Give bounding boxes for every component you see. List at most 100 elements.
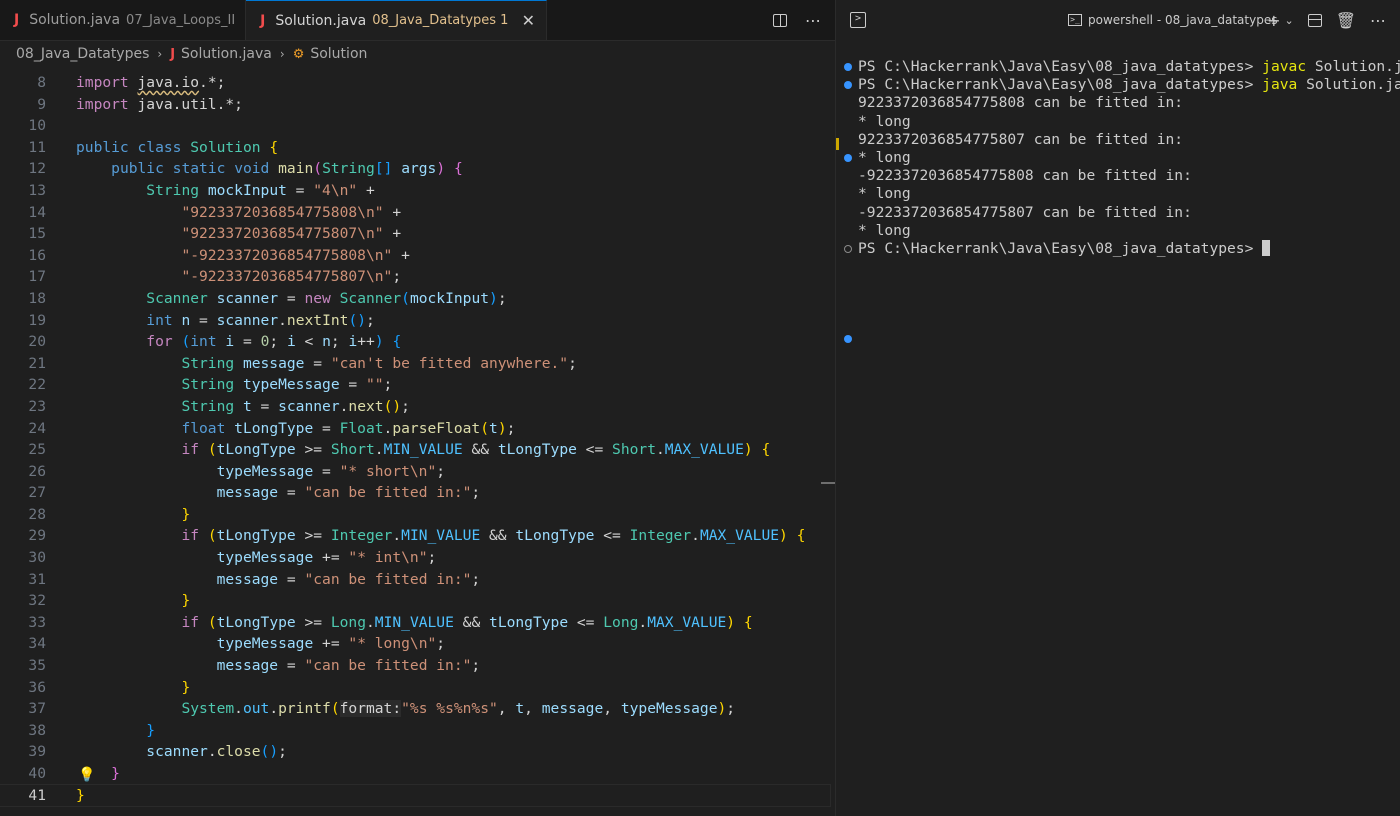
code-line: 10	[0, 115, 830, 137]
command-decoration-icon[interactable]	[844, 81, 852, 90]
code-line: 16 "-9223372036854775808\n" +	[0, 245, 830, 267]
terminal-icon[interactable]: >	[850, 12, 866, 28]
code-line: 8 import java.io.*;	[0, 72, 830, 94]
line-number: 27	[28, 484, 46, 502]
line-number: 40	[28, 765, 46, 782]
close-icon[interactable]: ✕	[520, 11, 536, 30]
add-terminal-icon[interactable]: +	[1267, 11, 1280, 30]
java-file-icon: J	[260, 12, 266, 29]
terminal-output[interactable]: PS C:\Hackerrank\Java\Easy\08_java_datat…	[836, 58, 1400, 258]
terminal-line: PS C:\Hackerrank\Java\Easy\08_java_datat…	[836, 58, 1400, 76]
line-number: 38	[28, 721, 46, 739]
code-line: 29 if (tLongType >= Integer.MIN_VALUE &&…	[0, 525, 830, 547]
code-line: 30 typeMessage += "* int\n";	[0, 547, 830, 569]
code-line: 13 String mockInput = "4\n" +	[0, 180, 830, 202]
line-number: 30	[28, 549, 46, 567]
class-symbol-icon: ⚙	[292, 46, 305, 62]
terminal-line: 9223372036854775807 can be fitted in:	[858, 130, 1184, 148]
breadcrumb-symbol[interactable]: Solution	[310, 46, 367, 62]
breadcrumb: 08_Java_Datatypes › J Solution.java › ⚙ …	[0, 41, 835, 67]
line-number: 41	[28, 786, 46, 804]
terminal-line: * long	[836, 149, 1400, 167]
line-number: 16	[28, 246, 46, 264]
breadcrumb-folder[interactable]: 08_Java_Datatypes	[16, 46, 149, 62]
line-number: 39	[28, 743, 46, 761]
terminal-line: PS C:\Hackerrank\Java\Easy\08_java_datat…	[836, 76, 1400, 94]
code-line: 9 import java.util.*;	[0, 94, 830, 116]
code-line: 40 💡 }	[0, 763, 830, 785]
line-number: 14	[28, 203, 46, 221]
command-decoration-icon[interactable]	[844, 244, 852, 253]
line-number: 15	[28, 225, 46, 243]
line-number: 13	[28, 181, 46, 199]
tab-label: Solution.java	[29, 12, 121, 28]
terminal-actions: + ⌄ 🗑 ⋯	[1267, 0, 1386, 40]
code-line: 21 String message = "can't be fitted any…	[0, 353, 830, 375]
trash-icon[interactable]: 🗑	[1336, 11, 1356, 30]
terminal-line: 9223372036854775808 can be fitted in:	[858, 94, 1184, 112]
editor-tab-bar: J Solution.java 07_Java_Loops_II J Solut…	[0, 0, 835, 41]
command-decoration-icon[interactable]	[844, 153, 852, 162]
more-actions-icon[interactable]: ⋯	[1370, 11, 1386, 30]
line-number: 35	[28, 657, 46, 675]
line-number: 24	[28, 419, 46, 437]
tab-solution-loops[interactable]: J Solution.java 07_Java_Loops_II	[0, 0, 247, 40]
split-terminal-icon[interactable]	[1307, 13, 1322, 27]
java-file-icon: J	[170, 46, 176, 62]
code-line: 24 float tLongType = Float.parseFloat(t)…	[0, 418, 830, 440]
terminal-name: powershell - 08_java_datatypes	[1088, 13, 1278, 27]
code-line: 12 public static void main(String[] args…	[0, 158, 830, 180]
problem-count-badge: 1	[500, 13, 509, 28]
code-line-current: 41}	[0, 783, 831, 808]
terminal-line: -9223372036854775808 can be fitted in:	[858, 167, 1192, 185]
tab-label: Solution.java	[275, 12, 367, 29]
line-number: 37	[28, 700, 46, 718]
line-number: 26	[28, 462, 46, 480]
code-line: 36 }	[0, 677, 830, 699]
code-line: 25 if (tLongType >= Short.MIN_VALUE && t…	[0, 439, 830, 461]
terminal-line: * long	[858, 112, 911, 130]
line-number: 9	[37, 95, 46, 113]
code-line: 35 message = "can be fitted in:";	[0, 655, 830, 677]
chevron-right-icon: ›	[279, 47, 285, 61]
command-decoration-icon[interactable]	[844, 63, 852, 71]
line-number: 10	[28, 117, 46, 135]
line-number: 17	[28, 268, 46, 286]
split-editor-icon[interactable]	[773, 13, 787, 27]
tab-solution-datatypes[interactable]: J Solution.java 08_Java_Datatypes 1 ✕	[246, 0, 548, 40]
command-decoration-icon[interactable]	[844, 335, 852, 343]
scrollbar-marker	[821, 482, 835, 484]
code-line: 27 message = "can be fitted in:";	[0, 482, 830, 504]
line-number: 19	[28, 311, 46, 329]
java-file-icon: J	[14, 12, 20, 28]
line-number: 11	[28, 138, 46, 156]
terminal-prompt-line: PS C:\Hackerrank\Java\Easy\08_java_datat…	[836, 239, 1400, 258]
code-line: 33 if (tLongType >= Long.MIN_VALUE && tL…	[0, 612, 830, 634]
line-number: 33	[28, 613, 46, 631]
powershell-icon: >_	[1068, 14, 1082, 26]
breadcrumb-file[interactable]: Solution.java	[181, 46, 272, 62]
line-number: 18	[28, 289, 46, 307]
code-line: 34 typeMessage += "* long\n";	[0, 633, 830, 655]
code-line: 22 String typeMessage = "";	[0, 374, 830, 396]
code-line: 31 message = "can be fitted in:";	[0, 569, 830, 591]
line-number: 29	[28, 527, 46, 545]
code-line: 37 System.out.printf(format:"%s %s%n%s",…	[0, 698, 830, 720]
line-number: 25	[28, 441, 46, 459]
code-area[interactable]: 8 import java.io.*; 9 import java.util.*; …	[0, 72, 831, 808]
line-number: 8	[37, 74, 46, 91]
line-number: 31	[28, 570, 46, 588]
line-number: 36	[28, 678, 46, 696]
code-line: 14 "9223372036854775808\n" +	[0, 202, 830, 224]
terminal-selector[interactable]: >_ powershell - 08_java_datatypes	[1068, 0, 1277, 40]
line-number: 23	[28, 397, 46, 415]
terminal-pane: > >_ powershell - 08_java_datatypes + ⌄ …	[836, 0, 1400, 816]
line-number: 32	[28, 592, 46, 610]
line-number: 22	[28, 376, 46, 394]
more-actions-icon[interactable]: ⋯	[805, 11, 821, 30]
chevron-right-icon: ›	[157, 47, 163, 61]
terminal-line: -9223372036854775807 can be fitted in:	[858, 203, 1192, 221]
code-line: 15 "9223372036854775807\n" +	[0, 223, 830, 245]
chevron-down-icon[interactable]: ⌄	[1284, 14, 1293, 27]
code-line: 19 int n = scanner.nextInt();	[0, 310, 830, 332]
